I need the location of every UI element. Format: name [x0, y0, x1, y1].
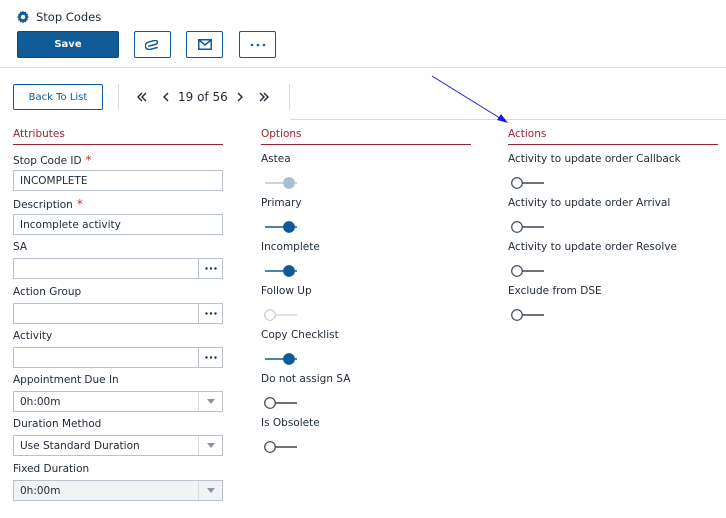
toggle-switch[interactable] [510, 307, 546, 326]
toggle-switch[interactable] [263, 395, 299, 414]
more-actions-button[interactable] [239, 31, 276, 58]
options-heading: Options [261, 128, 302, 140]
ellipsis-icon [204, 267, 217, 270]
toggle-switch[interactable] [263, 307, 299, 326]
stop-code-id-label: Stop Code ID * [13, 153, 92, 167]
attach-button[interactable] [134, 31, 171, 58]
toggle-label: Follow Up [261, 285, 312, 297]
toggle-switch[interactable] [510, 175, 546, 194]
toggle-label: Copy Checklist [261, 329, 339, 341]
toggle-label: Astea [261, 153, 291, 165]
appointment-due-in-select[interactable]: 0h:00m [13, 391, 223, 412]
ellipsis-icon [204, 312, 217, 315]
options-heading-rule [261, 144, 471, 145]
gear-icon [17, 10, 29, 24]
toolbar-divider [118, 84, 119, 110]
required-asterisk: * [76, 197, 83, 211]
actions-heading: Actions [508, 128, 547, 140]
duration-method-select[interactable]: Use Standard Duration [13, 435, 223, 456]
pager-status: 19 of 56 [178, 90, 228, 104]
sa-label: SA [13, 241, 28, 253]
previous-page-icon[interactable] [160, 91, 172, 103]
page-title: Stop Codes [36, 10, 102, 24]
action-group-lookup-button[interactable] [198, 304, 222, 323]
first-page-icon[interactable] [136, 91, 148, 103]
toggle-switch[interactable] [263, 439, 299, 458]
fixed-duration-label: Fixed Duration [13, 463, 90, 475]
activity-input[interactable] [13, 347, 223, 368]
page-header: Stop Codes [16, 8, 101, 26]
annotation-arrow-icon [431, 75, 508, 123]
toggle-switch[interactable] [263, 219, 299, 238]
ellipsis-icon [250, 43, 265, 46]
toggle-switch[interactable] [510, 263, 546, 282]
toggle-label: Incomplete [261, 241, 320, 253]
actions-heading-rule [508, 144, 718, 145]
save-button[interactable]: Save [17, 31, 119, 58]
toggle-switch[interactable] [263, 263, 299, 282]
attributes-heading-rule [13, 144, 223, 145]
duration-method-label: Duration Method [13, 418, 102, 430]
toggle-label: Activity to update order Callback [508, 153, 681, 165]
sa-input[interactable] [13, 258, 223, 279]
pager: 19 of 56 [136, 89, 270, 105]
toggle-label: Do not assign SA [261, 373, 351, 385]
description-input[interactable]: Incomplete activity [13, 214, 223, 235]
paperclip-icon [144, 39, 158, 50]
appointment-due-in-label: Appointment Due In [13, 374, 119, 386]
email-button[interactable] [186, 31, 223, 58]
required-asterisk: * [85, 153, 92, 167]
ellipsis-icon [204, 356, 217, 359]
last-page-icon[interactable] [258, 91, 270, 103]
sa-lookup-button[interactable] [198, 259, 222, 278]
toggle-switch[interactable] [510, 219, 546, 238]
stop-code-id-input[interactable]: INCOMPLETE [13, 170, 223, 191]
description-label: Description * [13, 197, 83, 211]
toggle-label: Activity to update order Arrival [508, 197, 671, 209]
activity-lookup-button[interactable] [198, 348, 222, 367]
next-page-icon[interactable] [234, 91, 246, 103]
chevron-down-icon[interactable] [198, 436, 222, 455]
action-group-input[interactable] [13, 303, 223, 324]
toggle-label: Is Obsolete [261, 417, 320, 429]
back-to-list-button[interactable]: Back To List [13, 84, 103, 110]
activity-label: Activity [13, 330, 53, 342]
header-divider [0, 67, 726, 68]
toggle-label: Activity to update order Resolve [508, 241, 677, 253]
toggle-label: Primary [261, 197, 302, 209]
toggle-switch[interactable] [263, 351, 299, 370]
envelope-icon [197, 39, 212, 50]
toggle-switch[interactable] [263, 175, 299, 194]
action-group-label: Action Group [13, 286, 82, 298]
attributes-heading: Attributes [13, 128, 65, 140]
chevron-down-icon[interactable] [198, 481, 222, 500]
toggle-label: Exclude from DSE [508, 285, 602, 297]
fixed-duration-select[interactable]: 0h:00m [13, 480, 223, 501]
pager-divider [289, 84, 290, 110]
chevron-down-icon[interactable] [198, 392, 222, 411]
